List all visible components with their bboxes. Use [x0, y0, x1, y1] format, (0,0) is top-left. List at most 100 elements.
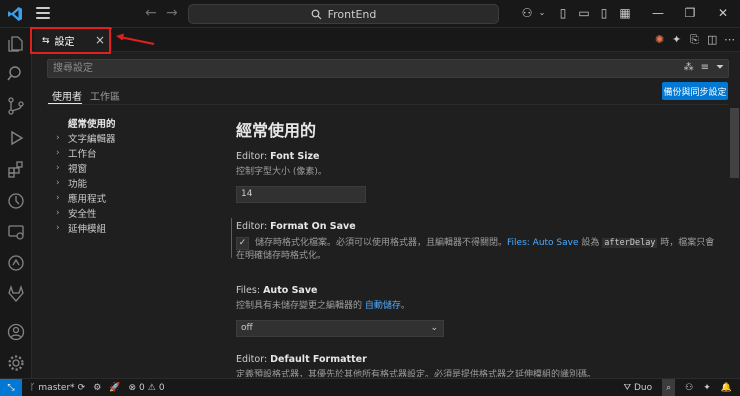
toggle-primary-sidebar-icon[interactable]: ▯	[556, 6, 570, 20]
filter-icon[interactable]: ⏷	[716, 62, 724, 73]
gitlab-icon[interactable]	[6, 284, 26, 304]
more-actions-icon[interactable]: ⋯	[724, 33, 735, 46]
branch-status[interactable]: ᚴ master* ⟳	[30, 383, 85, 393]
settings-tab-icon: ⇆	[42, 35, 50, 46]
rocket-icon[interactable]: 🚀	[109, 383, 120, 393]
chevron-down-icon[interactable]: ⌄	[535, 6, 549, 20]
settings-list: 經常使用的 Editor: Font Size 控制字型大小 (像素)。 14 …	[222, 105, 722, 377]
toc-item-text-editor[interactable]: › 文字編輯器	[56, 130, 206, 145]
toc-item-commonly-used[interactable]: 經常使用的	[56, 115, 206, 130]
setting-title: Editor: Default Formatter	[236, 354, 367, 365]
toc-item-window[interactable]: › 視窗	[56, 160, 206, 175]
timeline-icon[interactable]	[6, 191, 26, 211]
chevron-right-icon: ›	[56, 132, 60, 143]
chevron-right-icon: ›	[56, 207, 60, 218]
settings-search-input[interactable]	[48, 60, 648, 77]
split-editor-icon[interactable]: ◫	[707, 33, 717, 46]
annotation-arrow-icon	[116, 33, 155, 45]
chevron-right-icon: ›	[56, 192, 60, 203]
setting-format-on-save: Editor: Format On Save ✓ 儲存時格式化檔案。必須可以使用格…	[236, 221, 716, 263]
error-icon: ⊗	[128, 382, 137, 393]
setting-title: Editor: Font Size	[236, 151, 320, 162]
setting-description: 定義預設格式器，其優先於其他所有格式器設定。必須是提供格式器之延伸模組的識別碼。	[236, 370, 597, 377]
section-title: 經常使用的	[236, 121, 317, 140]
settings-toc: 經常使用的 › 文字編輯器 › 工作台 › 視窗 › 功能 › 應用程式 › 安全性 › 延伸…	[56, 115, 206, 235]
close-icon[interactable]: ×	[95, 33, 105, 47]
problems-status[interactable]: ⊗ 0 ⚠ 0	[129, 383, 165, 393]
status-bar: ⤡ ᚴ master* ⟳ ⚙ 🚀 ⊗ 0 ⚠ 0 ⛛ Duo ⌕ ⚇ ✦ 🔔	[0, 378, 740, 396]
tab-label: 設定	[54, 37, 75, 48]
search-icon	[311, 9, 322, 19]
setting-description: ✓ 儲存時格式化檔案。必須可以使用格式器，且編輯器不得關閉。Files: Auto…	[236, 237, 715, 261]
toc-item-workbench[interactable]: › 工作台	[56, 145, 206, 160]
sync-icon: ⟳	[77, 382, 86, 393]
toc-item-security[interactable]: › 安全性	[56, 205, 206, 220]
minimize-icon[interactable]: —	[651, 6, 665, 20]
manage-gear-icon[interactable]	[6, 353, 26, 373]
run-debug-icon[interactable]	[6, 128, 26, 148]
toc-item-features[interactable]: › 功能	[56, 175, 206, 190]
setting-font-size: Editor: Font Size 控制字型大小 (像素)。 14	[236, 151, 366, 203]
accounts-icon[interactable]	[6, 322, 26, 342]
open-settings-json-icon[interactable]: ⎘	[690, 33, 699, 47]
copilot-icon[interactable]: ⚇	[520, 6, 534, 20]
source-control-icon[interactable]	[6, 96, 26, 116]
warning-icon: ⚠	[147, 382, 156, 393]
setting-title: Editor: Format On Save	[236, 221, 356, 232]
auto-save-link[interactable]: Files: Auto Save	[507, 238, 579, 248]
command-center-search[interactable]: FrontEnd	[188, 4, 499, 24]
close-window-icon[interactable]: ✕	[716, 6, 730, 20]
title-bar: ← → FrontEnd ⚇ ⌄ ▯ ▭ ▯ ▦ — ❐ ✕	[0, 0, 740, 28]
auto-save-link[interactable]: 自動儲存	[365, 301, 401, 311]
toc-item-extensions[interactable]: › 延伸模組	[56, 220, 206, 235]
vscode-logo-icon	[8, 7, 22, 21]
arrow-left-icon[interactable]: ←	[145, 5, 157, 21]
tab-user-settings[interactable]: 使用者	[52, 88, 82, 103]
search-icon[interactable]	[6, 64, 26, 84]
extensions-icon[interactable]	[6, 160, 26, 180]
copilot-status-icon[interactable]: ⚇	[685, 383, 693, 393]
tab-workspace-settings[interactable]: 工作區	[90, 88, 120, 103]
arrow-right-icon[interactable]: →	[166, 5, 178, 21]
setting-title: Files: Auto Save	[236, 285, 318, 296]
toggle-panel-icon[interactable]: ▭	[577, 6, 591, 20]
notifications-icon[interactable]: 🔔	[721, 383, 732, 393]
remote-explorer-icon[interactable]	[6, 222, 26, 242]
tab-settings[interactable]: ⇆ 設定 ×	[34, 28, 112, 52]
clear-filter-icon[interactable]: ⁂	[684, 62, 694, 73]
format-on-save-checkbox[interactable]: ✓	[236, 237, 249, 250]
zoom-icon[interactable]: ⌕	[662, 379, 676, 396]
chevron-right-icon: ›	[56, 177, 60, 188]
sparkle-icon[interactable]: ✦	[703, 383, 711, 393]
toc-item-application[interactable]: › 應用程式	[56, 190, 206, 205]
customize-layout-icon[interactable]: ▦	[618, 6, 632, 20]
scrollbar-thumb[interactable]	[730, 108, 739, 178]
gitlab-duo-status[interactable]: ⛛ Duo	[624, 383, 653, 393]
git-graph-icon[interactable]: ⚙	[93, 383, 101, 393]
backup-sync-button[interactable]: 備份與同步設定	[662, 82, 728, 100]
setting-auto-save: Files: Auto Save 控制具有未儲存變更之編輯器的 自動儲存。 of…	[236, 285, 444, 337]
settings-search-box: ⁂ ≡ ⏷	[47, 59, 729, 78]
font-size-input[interactable]: 14	[236, 186, 366, 203]
docker-icon[interactable]	[6, 253, 26, 273]
copilot-chat-icon[interactable]: ✦	[672, 33, 681, 46]
chevron-down-icon: ⌄	[430, 323, 438, 333]
menu-icon[interactable]	[36, 7, 50, 19]
explorer-icon[interactable]	[6, 34, 26, 54]
sparkle-icon[interactable]: ✺	[655, 33, 664, 46]
setting-description: 控制具有未儲存變更之編輯器的 自動儲存。	[236, 301, 410, 311]
restore-icon[interactable]: ❐	[683, 6, 697, 20]
activity-bar	[0, 28, 32, 378]
toggle-secondary-sidebar-icon[interactable]: ▯	[597, 6, 611, 20]
modified-indicator	[231, 218, 232, 258]
chevron-right-icon: ›	[56, 222, 60, 233]
branch-icon: ᚴ	[30, 382, 36, 393]
remote-indicator-icon[interactable]: ⤡	[0, 378, 22, 396]
chevron-right-icon: ›	[56, 147, 60, 158]
setting-description: 控制字型大小 (像素)。	[236, 167, 327, 177]
auto-save-select[interactable]: off ⌄	[236, 320, 444, 337]
command-center-label: FrontEnd	[327, 7, 377, 21]
setting-default-formatter: Editor: Default Formatter 定義預設格式器，其優先於其他…	[236, 354, 596, 377]
list-filter-icon[interactable]: ≡	[701, 62, 709, 73]
chevron-right-icon: ›	[56, 162, 60, 173]
